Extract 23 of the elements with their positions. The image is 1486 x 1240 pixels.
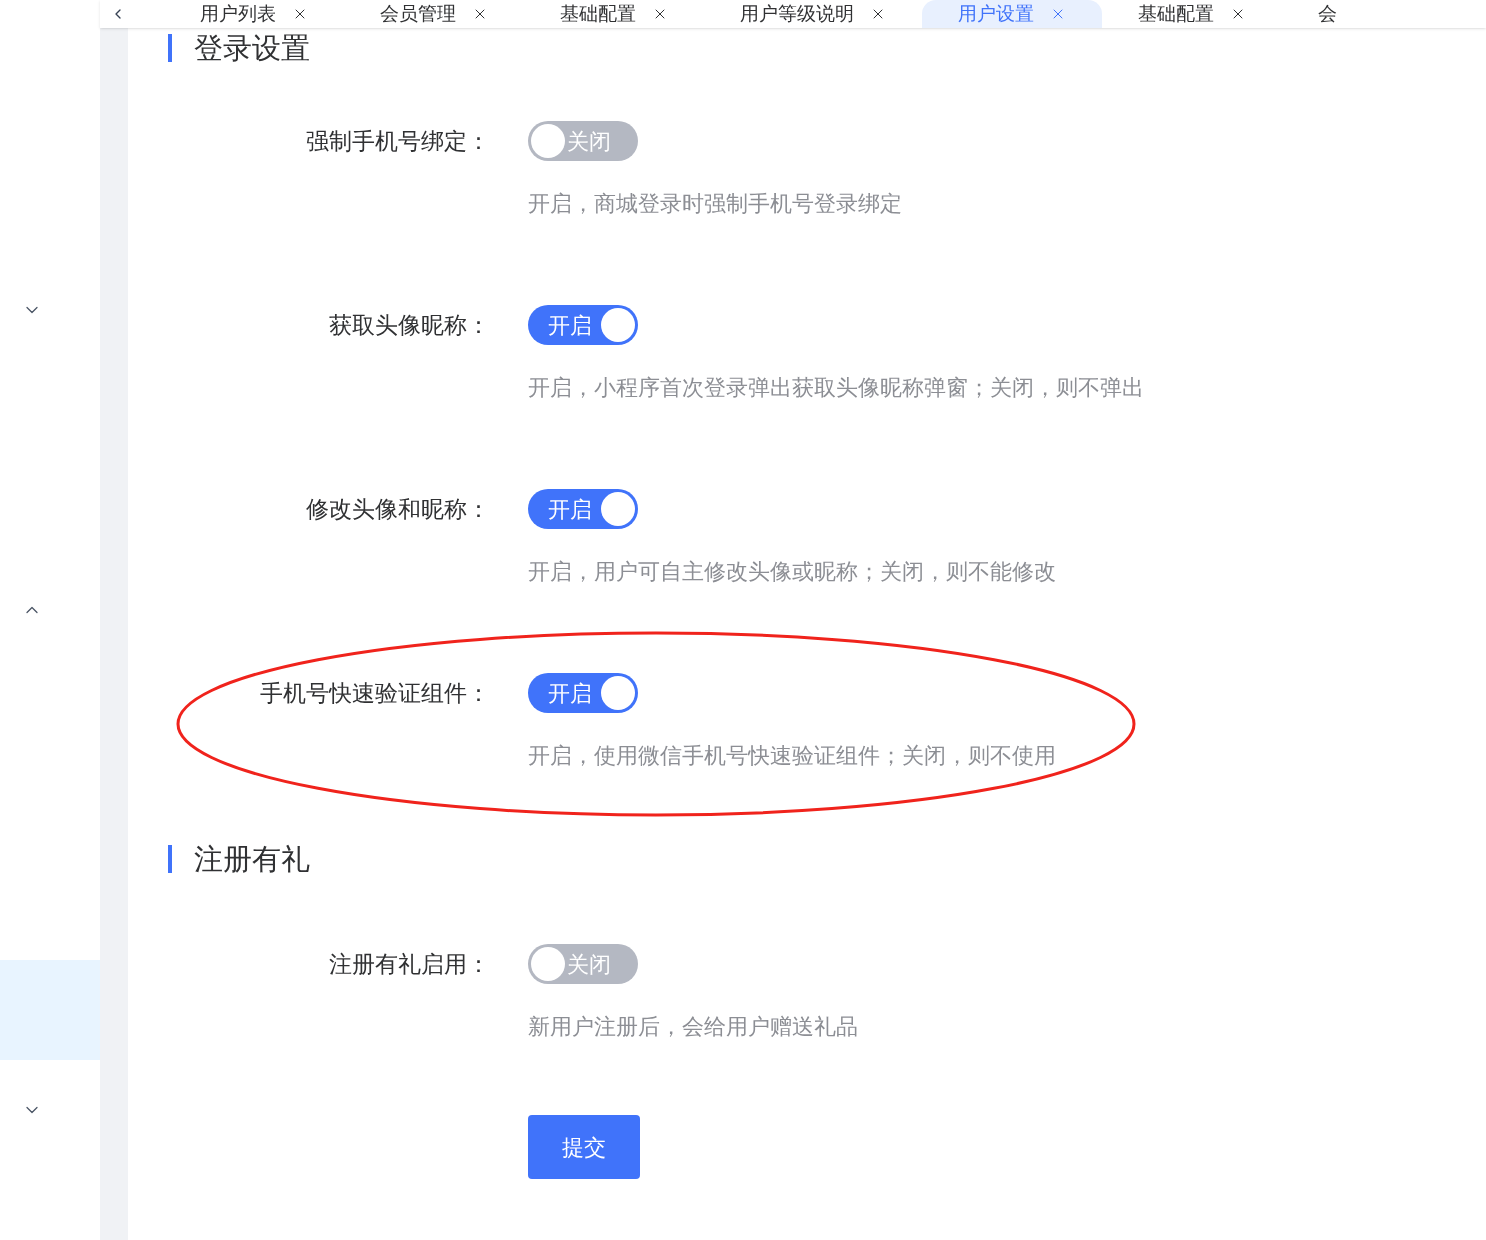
field-description: 开启，小程序首次登录弹出获取头像昵称弹窗；关闭，则不弹出	[528, 377, 1144, 399]
field-description: 开启，商城登录时强制手机号登录绑定	[528, 193, 902, 215]
toggle-switch[interactable]: 开启	[528, 489, 638, 529]
section-title: 注册有礼	[194, 845, 310, 873]
field-description: 开启，使用微信手机号快速验证组件；关闭，则不使用	[528, 745, 1056, 767]
field-label: 注册有礼启用：	[329, 949, 490, 979]
tab[interactable]: 用户列表	[164, 0, 344, 28]
field-description: 开启，用户可自主修改头像或昵称；关闭，则不能修改	[528, 561, 1056, 583]
tab[interactable]: 会	[1282, 0, 1373, 28]
tab[interactable]: 基础配置	[1102, 0, 1282, 28]
toggle-switch[interactable]: 开启	[528, 305, 638, 345]
field-label: 修改头像和昵称：	[306, 494, 490, 524]
field-label: 获取头像昵称：	[329, 310, 490, 340]
field-description: 新用户注册后，会给用户赠送礼品	[528, 1016, 858, 1038]
tab[interactable]: 基础配置	[524, 0, 704, 28]
submit-button[interactable]: 提交	[528, 1115, 640, 1179]
tab[interactable]: 会员管理	[344, 0, 524, 28]
field-label: 手机号快速验证组件：	[260, 678, 490, 708]
tab[interactable]: 用户设置	[922, 0, 1102, 28]
tab[interactable]: 用户等级说明	[704, 0, 922, 28]
toggle-switch[interactable]: 开启	[528, 673, 638, 713]
section-title: 登录设置	[194, 34, 310, 62]
field-label: 强制手机号绑定：	[306, 126, 490, 156]
